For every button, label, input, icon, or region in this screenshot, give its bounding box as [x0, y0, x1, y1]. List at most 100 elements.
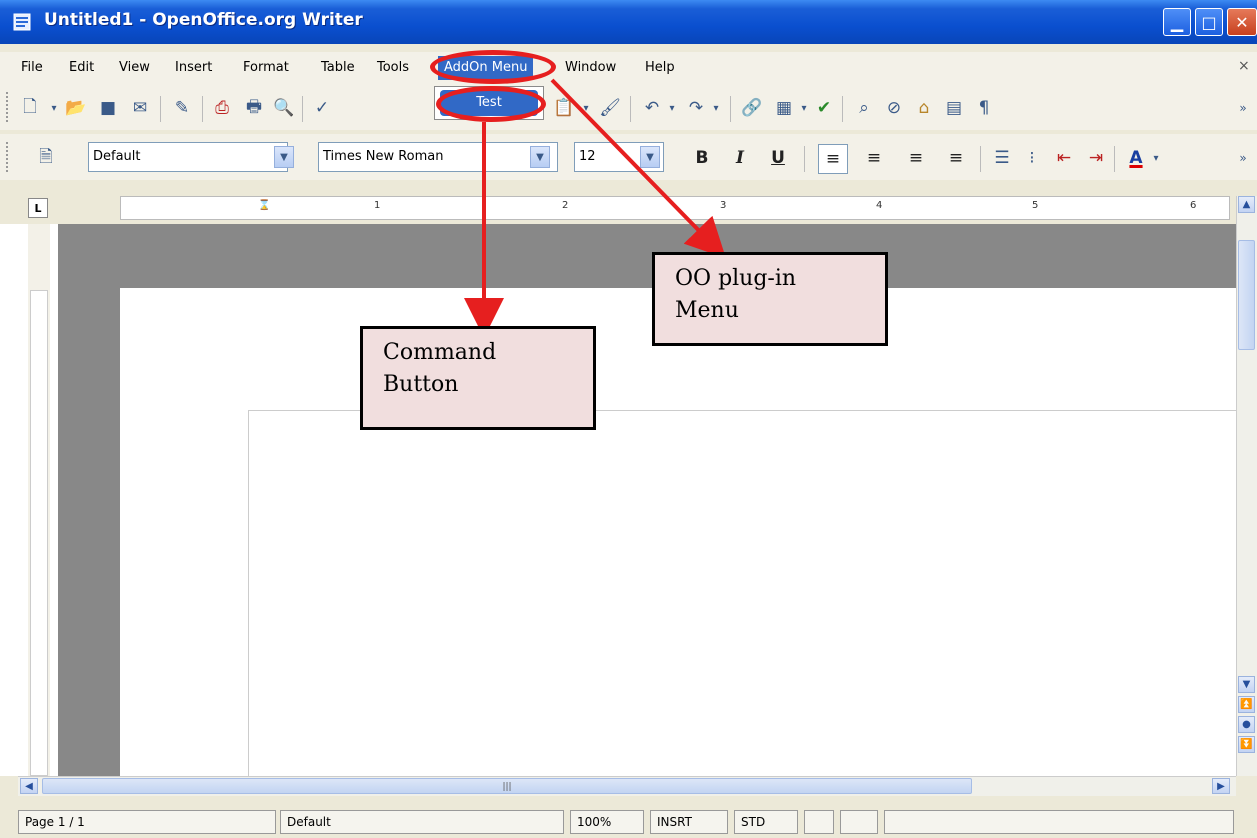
page-margin-left — [58, 224, 120, 776]
menu-tools[interactable]: Tools — [374, 60, 412, 75]
ruler-tick: 3 — [720, 200, 727, 211]
paste-icon[interactable]: 📋 — [552, 96, 576, 120]
chevron-down-icon[interactable]: ▼ — [640, 146, 660, 168]
ruler-tick: 4 — [876, 200, 883, 211]
toolbar-separator — [630, 96, 631, 122]
redo-icon[interactable]: ↷ — [684, 96, 708, 120]
format-paintbrush-icon[interactable]: 🖌 — [598, 96, 622, 120]
toolbar-separator — [202, 96, 203, 122]
paste-dropdown-icon[interactable]: ▾ — [580, 96, 592, 120]
undo-icon[interactable]: ↶ — [640, 96, 664, 120]
font-name-combo[interactable]: Times New Roman — [318, 142, 558, 172]
edit-file-icon[interactable]: ✎ — [170, 96, 194, 120]
annotation-command-button: Command Button — [360, 326, 596, 430]
align-right-icon[interactable]: ≡ — [904, 146, 928, 170]
horizontal-ruler[interactable] — [120, 196, 1230, 220]
status-selection-mode[interactable]: STD — [734, 810, 798, 834]
toolbar-separator — [1114, 146, 1115, 172]
font-color-icon[interactable]: A — [1124, 146, 1148, 170]
tab-stop-selector[interactable]: L — [28, 198, 48, 218]
numbering-icon[interactable]: ☰ — [990, 146, 1014, 170]
font-color-dropdown-icon[interactable]: ▾ — [1150, 146, 1162, 170]
close-button[interactable]: ✕ — [1227, 8, 1257, 36]
font-size-value: 12 — [579, 149, 596, 164]
toolbar-separator — [804, 146, 805, 172]
table-dropdown-icon[interactable]: ▾ — [798, 96, 810, 120]
scroll-down-icon[interactable]: ▼ — [1238, 676, 1255, 693]
toolbar-separator — [730, 96, 731, 122]
show-draw-functions-icon[interactable]: ✔ — [812, 96, 836, 120]
scroll-left-icon[interactable]: ◀ — [20, 778, 38, 794]
status-page-style[interactable]: Default — [280, 810, 564, 834]
ruler-indent-marker[interactable]: ⌛ — [258, 200, 270, 211]
annotation-line: Menu — [675, 298, 739, 323]
menu-help[interactable]: Help — [642, 60, 678, 75]
status-insert-mode[interactable]: INSRT — [650, 810, 728, 834]
menu-edit[interactable]: Edit — [66, 60, 97, 75]
close-document-icon[interactable]: × — [1238, 58, 1250, 74]
scroll-right-icon[interactable]: ▶ — [1212, 778, 1230, 794]
toolbar-overflow-icon[interactable]: » — [1234, 96, 1252, 120]
status-signature — [840, 810, 878, 834]
status-page[interactable]: Page 1 / 1 — [18, 810, 276, 834]
nonprinting-chars-icon[interactable]: ¶ — [972, 96, 996, 120]
maximize-button[interactable]: □ — [1195, 8, 1223, 36]
table-icon[interactable]: ▦ — [772, 96, 796, 120]
undo-dropdown-icon[interactable]: ▾ — [666, 96, 678, 120]
ruler-tick: 1 — [374, 200, 381, 211]
styles-formatting-icon[interactable]: 🗎 — [34, 146, 58, 170]
scroll-up-icon[interactable]: ▲ — [1238, 196, 1255, 213]
window-title: Untitled1 - OpenOffice.org Writer — [44, 10, 363, 30]
toolbar-separator — [160, 96, 161, 122]
export-pdf-icon[interactable]: ⎙ — [210, 96, 234, 120]
chevron-down-icon[interactable]: ▼ — [274, 146, 294, 168]
next-page-icon[interactable]: ⏬ — [1238, 736, 1255, 753]
menu-format[interactable]: Format — [240, 60, 292, 75]
toolbar-grip[interactable] — [6, 142, 10, 172]
menu-file[interactable]: File — [18, 60, 46, 75]
email-icon[interactable]: ✉ — [128, 96, 152, 120]
new-dropdown-icon[interactable]: ▾ — [48, 96, 60, 120]
navigation-icon[interactable]: ● — [1238, 716, 1255, 733]
toolbar-grip[interactable] — [6, 92, 10, 122]
hyperlink-icon[interactable]: 🔗 — [740, 96, 764, 120]
chevron-down-icon[interactable]: ▼ — [530, 146, 550, 168]
navigator-icon[interactable]: ⊘ — [882, 96, 906, 120]
open-folder-icon[interactable]: 📂 — [64, 96, 88, 120]
justify-icon[interactable]: ≡ — [944, 146, 968, 170]
redo-dropdown-icon[interactable]: ▾ — [710, 96, 722, 120]
menu-view[interactable]: View — [116, 60, 153, 75]
spellcheck-icon[interactable]: ✓ — [310, 96, 334, 120]
horizontal-scroll-thumb[interactable]: ||| — [42, 778, 972, 794]
increase-indent-icon[interactable]: ⇥ — [1084, 146, 1108, 170]
menu-insert[interactable]: Insert — [172, 60, 215, 75]
print-preview-icon[interactable]: 🔍 — [272, 96, 296, 120]
status-modified — [804, 810, 834, 834]
menu-table[interactable]: Table — [318, 60, 358, 75]
document-page[interactable] — [120, 288, 1236, 776]
italic-button[interactable]: I — [728, 146, 752, 170]
menu-window[interactable]: Window — [562, 60, 619, 75]
minimize-button[interactable]: ▁ — [1163, 8, 1191, 36]
bullets-icon[interactable]: ⁝ — [1020, 146, 1044, 170]
find-replace-icon[interactable]: ⌕ — [852, 96, 876, 120]
highlight-ellipse-addon — [430, 50, 556, 84]
toolbar-overflow-icon[interactable]: » — [1234, 146, 1252, 170]
print-icon[interactable]: 🖶 — [242, 96, 266, 120]
save-icon[interactable]: ■ — [96, 96, 120, 120]
highlight-ellipse-test — [436, 86, 546, 122]
gallery-icon[interactable]: ⌂ — [912, 96, 936, 120]
data-sources-icon[interactable]: ▤ — [942, 96, 966, 120]
bold-button[interactable]: B — [690, 146, 714, 170]
status-zoom[interactable]: 100% — [570, 810, 644, 834]
previous-page-icon[interactable]: ⏫ — [1238, 696, 1255, 713]
new-document-icon[interactable]: 🗋 — [18, 96, 42, 120]
paragraph-style-combo[interactable]: Default — [88, 142, 288, 172]
align-center-icon[interactable]: ≡ — [862, 146, 886, 170]
annotation-line: Command — [383, 340, 497, 365]
vertical-ruler[interactable] — [30, 290, 48, 776]
underline-button[interactable]: U — [766, 146, 790, 170]
vertical-scroll-thumb[interactable] — [1238, 240, 1255, 350]
align-left-icon[interactable]: ≡ — [818, 144, 848, 174]
decrease-indent-icon[interactable]: ⇤ — [1052, 146, 1076, 170]
